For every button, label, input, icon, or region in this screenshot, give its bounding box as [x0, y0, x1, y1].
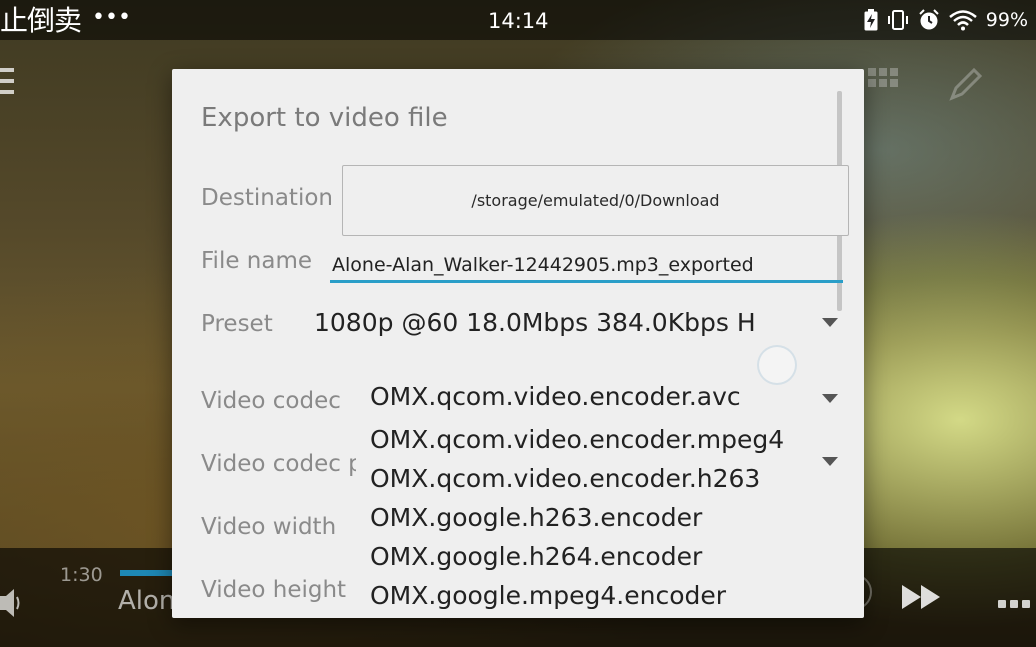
fast-forward-icon[interactable] [902, 585, 942, 609]
video-codec-select[interactable]: OMX.qcom.video.encoder.avc [370, 382, 741, 411]
preset-dropdown-icon[interactable] [822, 318, 838, 327]
battery-percent: 99% [985, 9, 1028, 31]
preset-label: Preset [201, 311, 273, 337]
status-bar: 止倒卖 ••• 14:14 99% [0, 0, 1036, 40]
video-width-label: Video width [201, 514, 337, 540]
filename-label: File name [201, 248, 313, 274]
preset-select[interactable]: 1080p @60 18.0Mbps 384.0Kbps H [314, 308, 756, 337]
elapsed-time: 1:30 [60, 564, 103, 586]
battery-charging-icon [864, 9, 878, 31]
dialog-title: Export to video file [201, 103, 448, 133]
track-title: Alon [118, 586, 176, 616]
notification-dots: ••• [92, 5, 131, 30]
video-codec-label: Video codec [201, 388, 341, 414]
more-options-icon[interactable] [998, 600, 1030, 608]
destination-value: /storage/emulated/0/Download [471, 191, 720, 210]
video-height-label: Video height [201, 577, 347, 603]
grid-icon [868, 68, 898, 87]
codec-option[interactable]: OMX.google.mpeg4.encoder [370, 576, 784, 615]
video-codec-dropdown-icon[interactable] [822, 394, 838, 403]
video-codec-profile-label-wrap: Video codec p [201, 449, 356, 483]
codec-option[interactable]: OMX.google.h263.encoder [370, 498, 784, 537]
filename-input[interactable] [330, 249, 843, 283]
alarm-icon [919, 9, 939, 30]
export-video-dialog: Export to video file Destination /storag… [172, 69, 864, 618]
codec-option[interactable]: OMX.qcom.video.encoder.h263 [370, 459, 784, 498]
codec-option[interactable]: OMX.google.h264.encoder [370, 537, 784, 576]
menu-icon[interactable] [0, 68, 14, 98]
vibrate-icon [887, 10, 908, 30]
status-left-text: 止倒卖 [0, 4, 82, 37]
playback-progress[interactable] [120, 570, 176, 576]
status-time: 14:14 [488, 9, 549, 33]
volume-icon[interactable] [0, 586, 20, 620]
video-codec-profile-label: Video codec p [201, 451, 356, 477]
destination-label: Destination [201, 185, 333, 211]
pencil-icon [949, 67, 983, 101]
codec-dropdown-list: OMX.qcom.video.encoder.mpeg4 OMX.qcom.vi… [370, 420, 784, 615]
wifi-icon [948, 10, 977, 31]
destination-button[interactable]: /storage/emulated/0/Download [342, 165, 849, 236]
video-codec-profile-dropdown-icon[interactable] [822, 457, 838, 466]
loading-ring-icon [757, 345, 797, 385]
codec-option[interactable]: OMX.qcom.video.encoder.mpeg4 [370, 420, 784, 459]
